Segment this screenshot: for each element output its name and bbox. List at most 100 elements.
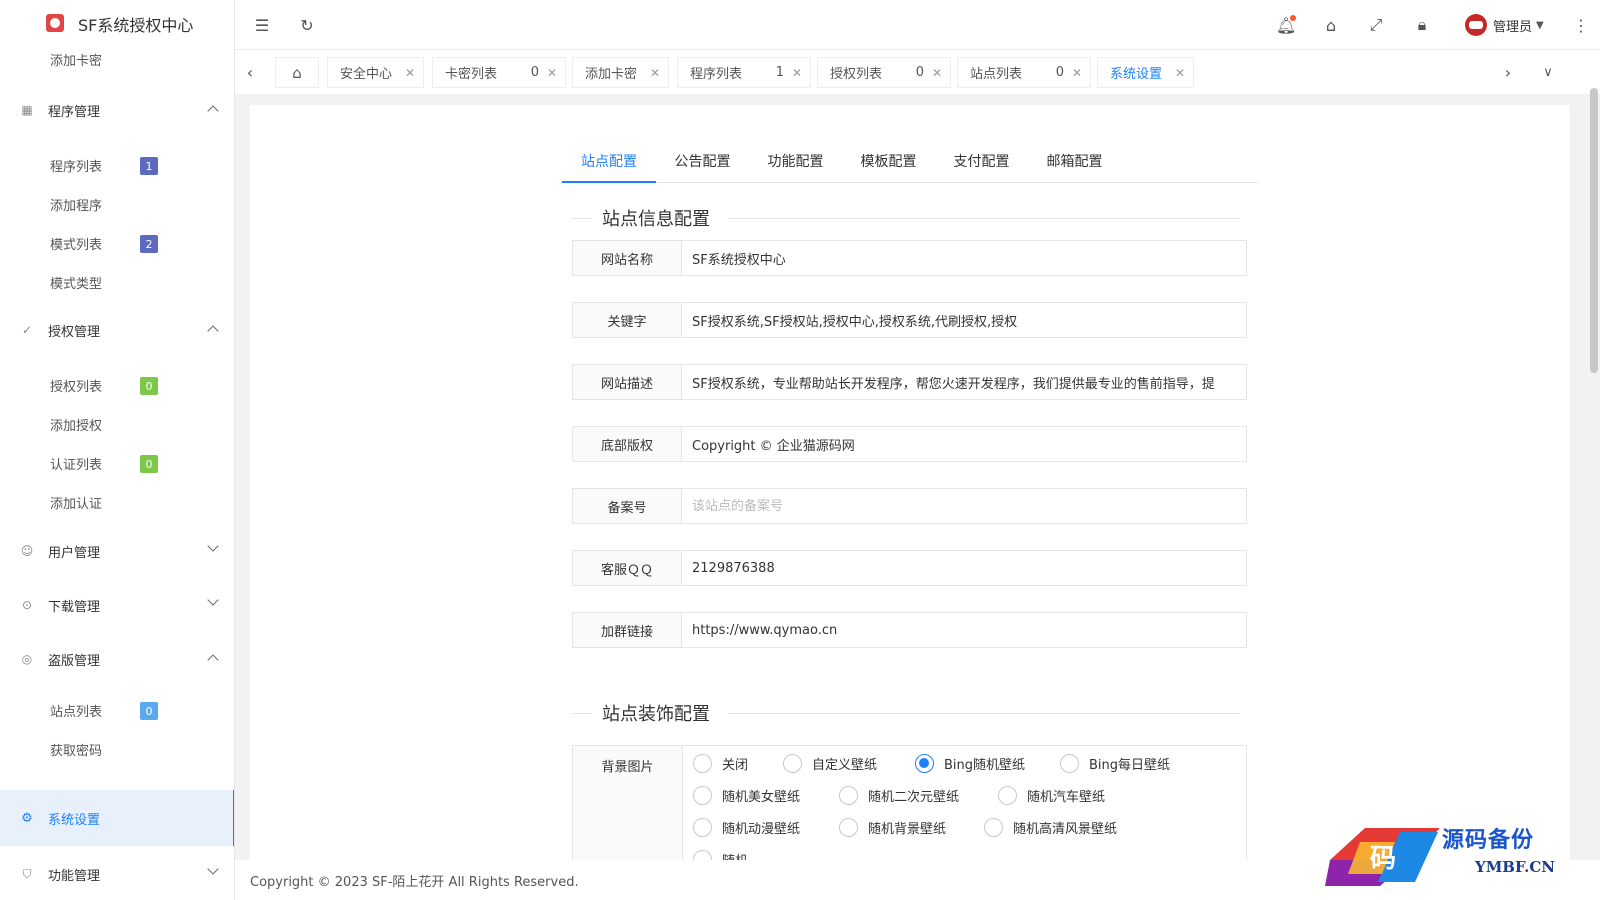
radio-off[interactable]: 关闭 [693,752,748,774]
close-icon[interactable]: ✕ [792,66,802,80]
section-divider [572,713,592,714]
fullscreen-icon[interactable]: ⤢ [1365,14,1387,36]
sidebar-item-add-auth[interactable]: 添加授权 [0,405,234,444]
watermark-title: 源码备份 [1442,827,1535,853]
sidebar-item-mode-list[interactable]: 模式列表 2 [0,224,234,263]
close-icon[interactable]: ✕ [650,66,660,80]
tab-label: 站点列表 [970,67,1023,82]
radio-animation[interactable]: 随机动漫壁纸 [693,816,800,838]
close-icon[interactable]: ✕ [405,66,415,80]
close-icon[interactable]: ✕ [1175,66,1185,80]
sidebar-group-users[interactable]: ☺ 用户管理 [0,523,234,579]
tab-system-settings[interactable]: 系统设置 ✕ [1097,57,1194,88]
radio-label: 随机背景壁纸 [868,821,947,837]
radio-bing-daily[interactable]: Bing每日壁纸 [1060,752,1170,774]
close-icon[interactable]: ✕ [932,66,942,80]
radio-circle-selected [915,753,934,773]
section-divider [728,713,1240,714]
sidebar-item-label: 认证列表 [50,458,103,473]
radio-beauty[interactable]: 随机美女壁纸 [693,784,800,806]
icp-input[interactable] [682,488,1247,524]
tabs-scroll-left-icon[interactable]: ‹ [239,60,261,84]
close-icon[interactable]: ✕ [1072,66,1082,80]
tab-card-list[interactable]: 卡密列表 0 ✕ [432,57,566,88]
sidebar-group-auth[interactable]: ✓ 授权管理 [0,302,234,358]
lock-icon[interactable]: 🔒︎ [1411,14,1433,36]
notification-dot [1290,15,1296,21]
tab-payment-config[interactable]: 支付配置 [935,145,1028,183]
tab-security-center[interactable]: 安全中心 ✕ [327,57,424,88]
radio-more[interactable]: 随机... [693,848,760,860]
home-icon: ⌂ [292,63,302,82]
radio-label: Bing每日壁纸 [1089,757,1171,773]
tag-icon[interactable]: ⌂ [1320,14,1342,36]
radio-label: 随机... [722,850,760,861]
menu-collapse-icon[interactable]: ☰ [251,14,273,36]
close-icon[interactable]: ✕ [547,66,557,80]
copyright-input[interactable] [682,426,1247,462]
radio-bing-random[interactable]: Bing随机壁纸 [915,752,1025,774]
sidebar-group-piracy[interactable]: ◎ 盗版管理 [0,631,234,687]
radio-custom[interactable]: 自定义壁纸 [783,752,877,774]
sidebar-item-site-list[interactable]: 站点列表 0 [0,691,234,730]
count-badge: 0 [140,455,158,473]
sidebar-item-add-program[interactable]: 添加程序 [0,185,234,224]
page-scrollbar[interactable] [1590,88,1598,373]
field-label: 背景图片 [573,746,683,860]
field-description: 网站描述 [572,364,1247,400]
tab-label: 授权列表 [830,67,883,82]
tab-auth-list[interactable]: 授权列表 0 ✕ [817,57,951,88]
tab-site-config[interactable]: 站点配置 [562,145,656,183]
sidebar-group-programs[interactable]: ▦ 程序管理 [0,82,234,138]
tab-add-card[interactable]: 添加卡密 ✕ [572,57,669,88]
description-input[interactable] [682,364,1247,400]
sidebar-item-mode-type[interactable]: 模式类型 [0,263,234,302]
more-vertical-icon[interactable]: ⋮ [1570,14,1592,36]
radio-anime2d[interactable]: 随机二次元壁纸 [839,784,959,806]
bell-icon[interactable]: 🔔︎ [1275,14,1297,36]
radio-circle [1060,753,1079,773]
sidebar-item-auth-list[interactable]: 授权列表 0 [0,366,234,405]
sidebar-group-label: 程序管理 [48,104,101,120]
tab-template-config[interactable]: 模板配置 [842,145,935,183]
sidebar-item-add-card[interactable]: 添加卡密 [0,40,234,78]
radio-circle [693,817,712,837]
chevron-down-icon [207,540,219,552]
tabs-dropdown-icon[interactable]: ∨ [1537,60,1559,84]
user-menu[interactable]: 管理员 ▼ [1465,12,1544,38]
tab-count: 0 [1055,65,1064,80]
radio-label: 随机二次元壁纸 [868,789,960,805]
sidebar-item-add-cert[interactable]: 添加认证 [0,483,234,522]
radio-circle [693,849,712,860]
sidebar-item-settings[interactable]: ⚙ 系统设置 [0,790,234,846]
chevron-up-icon [207,105,219,117]
tab-notice-config[interactable]: 公告配置 [656,145,749,183]
tab-label: 程序列表 [690,67,743,82]
sidebar-item-label: 添加授权 [50,419,103,434]
sidebar-item-get-password[interactable]: 获取密码 [0,730,234,769]
radio-landscape[interactable]: 随机高清风景壁纸 [984,816,1117,838]
tab-email-config[interactable]: 邮箱配置 [1028,145,1121,183]
site-name-input[interactable] [682,240,1247,276]
tab-site-list[interactable]: 站点列表 0 ✕ [957,57,1091,88]
keywords-input[interactable] [682,302,1247,338]
group-link-input[interactable] [682,612,1247,648]
tab-program-list[interactable]: 程序列表 1 ✕ [677,57,811,88]
refresh-icon[interactable]: ↻ [296,14,318,36]
sidebar-group-label: 盗版管理 [48,653,101,669]
sidebar-item-label: 程序列表 [50,160,103,175]
sidebar-group-downloads[interactable]: ⊙ 下载管理 [0,577,234,633]
tabs-scroll-right-icon[interactable]: › [1497,60,1519,84]
sidebar-item-program-list[interactable]: 程序列表 1 [0,146,234,185]
radio-label: 随机美女壁纸 [722,789,801,805]
tab-feature-config[interactable]: 功能配置 [749,145,842,183]
field-qq: 客服ＱＱ [572,550,1247,586]
sidebar-item-cert-list[interactable]: 认证列表 0 [0,444,234,483]
radio-car[interactable]: 随机汽车壁纸 [998,784,1105,806]
sidebar-group-features[interactable]: ⛉ 功能管理 [0,846,234,900]
page-tabs-bar: ‹ ⌂ 安全中心 ✕ 卡密列表 0 ✕ 添加卡密 ✕ 程序列表 1 ✕ 授权列表 0 ✕ 站点列… [235,50,1600,94]
avatar [1465,14,1487,36]
radio-background[interactable]: 随机背景壁纸 [839,816,946,838]
tab-home[interactable]: ⌂ [275,57,319,88]
qq-input[interactable] [682,550,1247,586]
